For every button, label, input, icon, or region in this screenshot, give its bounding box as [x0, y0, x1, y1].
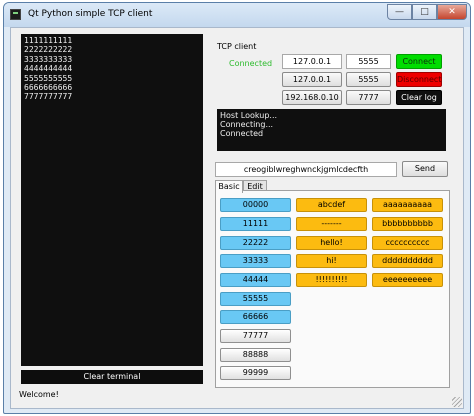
- send-preset-button[interactable]: dddddddddd: [372, 254, 443, 268]
- send-preset-button[interactable]: 22222: [220, 236, 291, 250]
- message-input[interactable]: creogiblwreghwnckjgmlcdecfth: [215, 162, 397, 177]
- port-preset-button[interactable]: 5555: [346, 72, 391, 87]
- send-preset-button[interactable]: 44444: [220, 273, 291, 287]
- disconnect-button[interactable]: Disconnect: [396, 72, 442, 87]
- close-icon: ✕: [448, 7, 456, 17]
- tcp-client-group-label: TCP client: [217, 42, 257, 51]
- host-preset-button[interactable]: 127.0.0.1: [282, 72, 342, 87]
- send-preset-button[interactable]: 11111: [220, 217, 291, 231]
- close-button[interactable]: ✕: [437, 4, 467, 20]
- title-bar[interactable]: Qt Python simple TCP client — □ ✕: [4, 3, 470, 27]
- send-preset-button[interactable]: 33333: [220, 254, 291, 268]
- log-line: Host Lookup...: [220, 111, 278, 120]
- window-title: Qt Python simple TCP client: [28, 9, 153, 19]
- send-preset-button[interactable]: 99999: [220, 366, 291, 380]
- log-line: Connected: [220, 129, 264, 138]
- send-preset-button[interactable]: abcdef: [296, 198, 367, 212]
- send-button[interactable]: Send: [402, 161, 448, 177]
- send-preset-button[interactable]: 66666: [220, 310, 291, 324]
- connection-log[interactable]: Host Lookup... Connecting... Connected: [217, 109, 446, 151]
- send-preset-button[interactable]: aaaaaaaaaa: [372, 198, 443, 212]
- clear-terminal-button[interactable]: Clear terminal: [21, 370, 203, 384]
- host-preset-button[interactable]: 192.168.0.10: [282, 90, 342, 105]
- log-line: Connecting...: [220, 120, 274, 129]
- clear-log-button[interactable]: Clear log: [396, 90, 442, 105]
- port-input[interactable]: 5555: [346, 54, 391, 69]
- send-preset-button[interactable]: bbbbbbbbbb: [372, 217, 443, 231]
- main-area: 1111111111 2222222222 3333333333 4444444…: [10, 27, 464, 409]
- terminal-output[interactable]: 1111111111 2222222222 3333333333 4444444…: [21, 34, 203, 366]
- send-preset-button[interactable]: !!!!!!!!!!: [296, 273, 367, 287]
- connect-button[interactable]: Connect: [396, 54, 442, 69]
- terminal-app-icon: [10, 9, 21, 20]
- status-bar-message: Welcome!: [19, 390, 59, 399]
- maximize-button[interactable]: □: [412, 4, 437, 20]
- send-preset-button[interactable]: hi!: [296, 254, 367, 268]
- app-window: Qt Python simple TCP client — □ ✕ 111111…: [3, 2, 471, 414]
- send-preset-button[interactable]: hello!: [296, 236, 367, 250]
- send-preset-button[interactable]: 55555: [220, 292, 291, 306]
- send-preset-button[interactable]: cccccccccc: [372, 236, 443, 250]
- send-preset-button[interactable]: 77777: [220, 329, 291, 343]
- connection-status: Connected: [229, 59, 273, 68]
- port-preset-button[interactable]: 7777: [346, 90, 391, 105]
- send-preset-button[interactable]: -------: [296, 217, 367, 231]
- maximize-icon: □: [420, 7, 429, 17]
- send-preset-button[interactable]: eeeeeeeeee: [372, 273, 443, 287]
- tab-basic[interactable]: Basic: [215, 180, 243, 193]
- minimize-button[interactable]: —: [387, 4, 412, 20]
- send-preset-button[interactable]: 00000: [220, 198, 291, 212]
- host-input[interactable]: 127.0.0.1: [282, 54, 342, 69]
- minimize-icon: —: [395, 7, 404, 17]
- send-preset-button[interactable]: 88888: [220, 348, 291, 362]
- resize-grip-icon[interactable]: [452, 397, 462, 407]
